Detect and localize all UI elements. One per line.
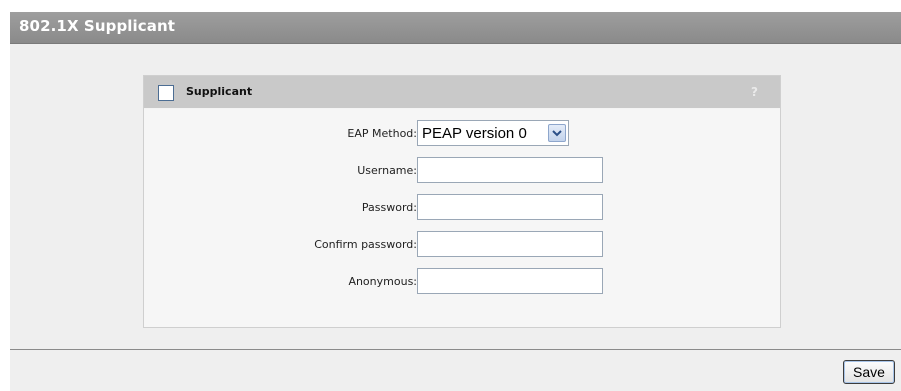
panel-header: Supplicant ? xyxy=(144,76,780,108)
supplicant-checkbox[interactable] xyxy=(158,85,174,101)
confirm-password-label: Confirm password: xyxy=(314,238,417,251)
page-header: 802.1X Supplicant xyxy=(10,12,901,44)
confirm-password-field[interactable] xyxy=(417,231,603,257)
form-row-eap-method: EAP Method: PEAP version 0 xyxy=(144,120,780,148)
supplicant-panel: Supplicant ? EAP Method: PEAP version 0 … xyxy=(143,75,781,328)
page-title: 802.1X Supplicant xyxy=(19,17,176,35)
username-label: Username: xyxy=(357,164,417,177)
top-strip xyxy=(0,0,901,12)
username-field[interactable] xyxy=(417,157,603,183)
eap-method-value: PEAP version 0 xyxy=(422,125,527,142)
form-row-anonymous: Anonymous: xyxy=(144,268,780,296)
password-label: Password: xyxy=(361,201,417,214)
save-button[interactable]: Save xyxy=(843,360,895,384)
form-row-username: Username: xyxy=(144,157,780,185)
anonymous-field[interactable] xyxy=(417,268,603,294)
anonymous-label: Anonymous: xyxy=(348,275,417,288)
panel-body: EAP Method: PEAP version 0 Username: Pas… xyxy=(144,109,780,327)
form-row-password: Password: xyxy=(144,194,780,222)
eap-method-label: EAP Method: xyxy=(347,127,417,140)
page-frame: 802.1X Supplicant Supplicant ? EAP Metho… xyxy=(10,12,901,391)
panel-title: Supplicant xyxy=(186,85,253,98)
bottom-bar: Save xyxy=(10,349,901,391)
dropdown-arrow-icon[interactable] xyxy=(548,124,566,142)
help-icon[interactable]: ? xyxy=(751,85,758,99)
form-row-confirm-password: Confirm password: xyxy=(144,231,780,259)
eap-method-select[interactable]: PEAP version 0 xyxy=(417,120,569,146)
password-field[interactable] xyxy=(417,194,603,220)
